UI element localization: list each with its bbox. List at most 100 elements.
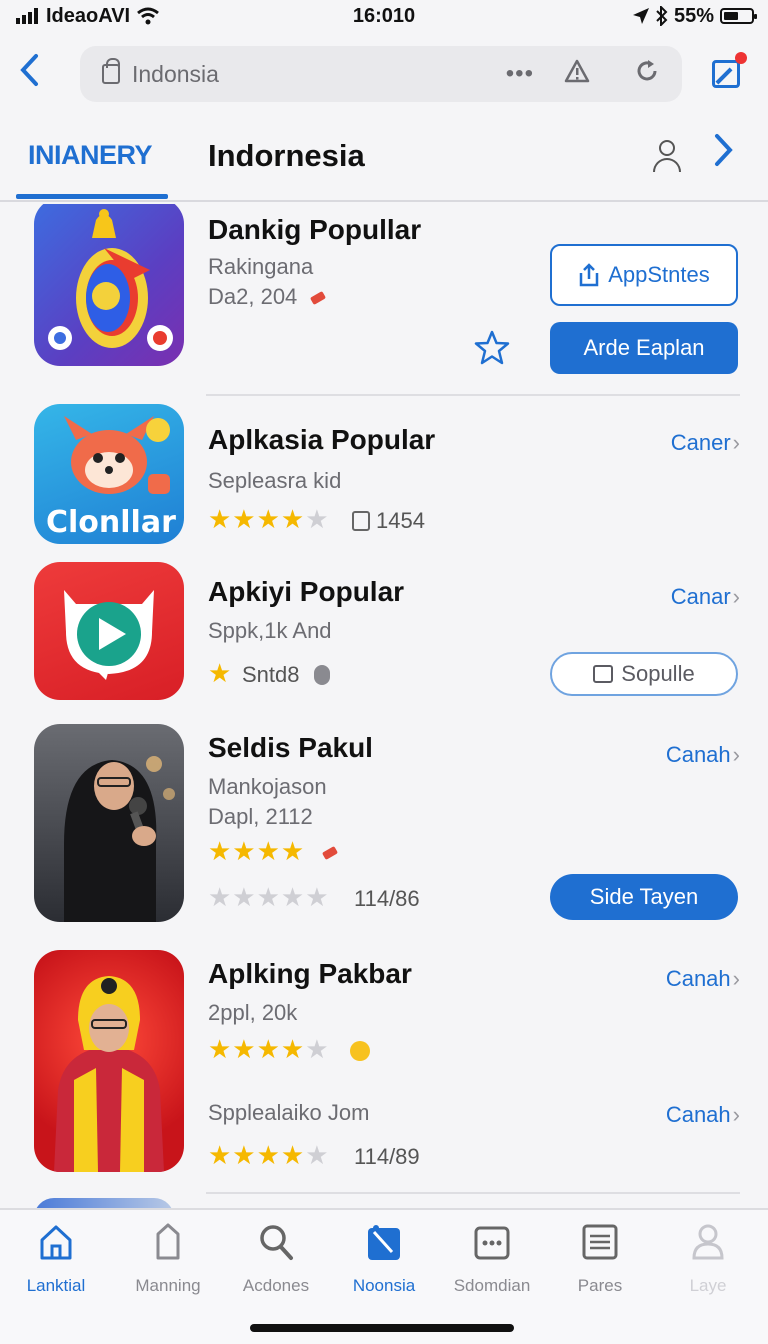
appstore-button[interactable]: AppStntes — [550, 244, 738, 306]
app-title: Dankig Popullar — [208, 214, 422, 245]
chevron-right-icon: › — [732, 584, 740, 609]
url-bar[interactable]: Indonsia ••• — [80, 46, 682, 102]
app-action-label: Caner — [670, 430, 731, 455]
list-item[interactable]: Seldis Pakul Mankojason Dapl, 2112 ★★★★ … — [0, 718, 768, 930]
app-date-text: Da2, 204 — [208, 284, 298, 309]
emoji-badge-icon — [349, 1041, 370, 1062]
tab-active[interactable]: INIANERY — [28, 140, 153, 171]
app-subtitle: Sppk,1k And — [208, 618, 332, 643]
preview-button[interactable]: Sopulle — [550, 652, 738, 696]
preview-button-label: Sopulle — [621, 661, 695, 686]
app-action-link[interactable]: Caner› — [671, 430, 740, 456]
shield-badge-icon — [313, 665, 330, 685]
app-icon — [34, 562, 184, 700]
app-icon — [34, 950, 184, 1172]
rating-stars: ★★★★ — [208, 836, 339, 867]
list-item[interactable]: Clonllar Aplkasia Popular Sepleasra kid … — [0, 400, 768, 550]
row-divider — [206, 394, 740, 396]
app-icon — [34, 724, 184, 922]
app-date: Da2, 204 — [208, 284, 327, 310]
tab-home[interactable]: Lanktial — [2, 1222, 110, 1302]
app-icon — [34, 204, 184, 366]
appstore-button-label: AppStntes — [608, 262, 710, 287]
list-item[interactable]: Apkiyi Popular Sppk,1k And ★ Sntd8 Canar… — [0, 558, 768, 706]
get-app-button[interactable]: Arde Eaplan — [550, 322, 738, 374]
rating-stars-secondary: ★★★★★ — [208, 1140, 330, 1170]
app-action-link[interactable]: Canah› — [666, 966, 740, 992]
tab-label: Manning — [135, 1276, 201, 1295]
tab-sdomdian[interactable]: Sdomdian — [438, 1222, 546, 1302]
app-action-link[interactable]: Canar› — [671, 584, 740, 610]
header-row: INIANERY Indornesia — [0, 118, 768, 202]
more-square-icon — [474, 1222, 510, 1262]
install-button[interactable]: Side Tayen — [550, 874, 738, 920]
nav-row: Indonsia ••• — [0, 40, 768, 106]
app-title: Aplkasia Popular — [208, 424, 436, 455]
app-subtitle: Sepleasra kid — [208, 468, 342, 493]
app-action-label: Canah — [665, 1102, 731, 1127]
notification-dot — [735, 52, 747, 64]
tab-manning[interactable]: Manning — [114, 1222, 222, 1302]
tab-noonsia[interactable]: Noonsia — [330, 1222, 438, 1302]
hoodie-person-icon — [54, 976, 164, 1172]
ellipsis-icon[interactable]: ••• — [506, 60, 534, 88]
app-action-link[interactable]: Canah› — [666, 742, 740, 768]
profile-icon[interactable] — [652, 140, 682, 174]
status-bar: IdeaoAVI 16:010 55% — [0, 0, 768, 32]
list-icon — [582, 1222, 618, 1262]
favorite-star-icon[interactable] — [472, 328, 512, 368]
chevron-right-icon: › — [732, 742, 740, 767]
forward-button[interactable] — [712, 132, 734, 178]
battery-percent: 55% — [673, 4, 714, 27]
back-button[interactable] — [18, 52, 54, 94]
row-divider — [206, 1192, 740, 1194]
firecracker-icon — [322, 846, 339, 861]
rating-count: 114/89 — [354, 1144, 420, 1169]
rocket-app-icon — [48, 209, 173, 351]
tab-label: Lanktial — [26, 1276, 86, 1295]
rating-count-text: 1454 — [376, 508, 425, 533]
tab-label: Sdomdian — [453, 1276, 531, 1295]
battery-icon — [720, 8, 757, 24]
rating-stars: ★★★★★ — [208, 504, 330, 534]
warning-icon[interactable] — [564, 59, 590, 90]
status-left: IdeaoAVI — [16, 5, 160, 28]
tab-label: Acdones — [242, 1276, 310, 1295]
tab-label: Laye — [689, 1276, 727, 1295]
tab-label: Pares — [577, 1276, 623, 1295]
signal-icon — [16, 8, 38, 24]
app-subtitle: 2ppl, 20k — [208, 1000, 298, 1025]
home-icon — [38, 1222, 74, 1262]
tab-laye[interactable]: Laye — [654, 1222, 762, 1302]
rating-stars: ★★★★★ — [208, 1034, 370, 1065]
app-action-label: Canah — [665, 742, 731, 767]
fox-mascot-icon: Clonllar — [46, 416, 176, 540]
location-arrow-icon — [632, 8, 649, 24]
app-action-link-secondary[interactable]: Canah› — [666, 1102, 740, 1128]
url-text: Indonsia — [132, 60, 219, 87]
list-item[interactable]: Dankig Popullar Rakingana Da2, 204 AppSt… — [0, 204, 768, 390]
app-date: Dapl, 2112 — [208, 804, 313, 829]
search-icon — [258, 1222, 294, 1262]
firecracker-icon — [310, 291, 327, 306]
tab-pares[interactable]: Pares — [546, 1222, 654, 1302]
list-item[interactable]: Aplking Pakbar 2ppl, 20k ★★★★★ Spplealai… — [0, 944, 768, 1184]
speaker-photo-icon — [64, 756, 175, 922]
reload-icon[interactable] — [634, 58, 660, 91]
lock-icon — [102, 58, 120, 84]
tile-art-text: Clonllar — [46, 505, 176, 540]
app-action-label: Canah — [665, 966, 731, 991]
chevron-right-icon — [715, 134, 733, 166]
person-icon — [690, 1222, 726, 1262]
app-action-label: Canar — [670, 584, 731, 609]
app-title: Aplking Pakbar — [208, 958, 412, 989]
app-subtitle: Rakingana — [208, 254, 314, 279]
chevron-right-icon: › — [732, 966, 740, 991]
home-indicator — [250, 1324, 514, 1332]
page-title: Indornesia — [208, 138, 365, 173]
compose-button[interactable] — [708, 52, 748, 92]
app-icon-partial — [34, 1198, 174, 1208]
tab-search[interactable]: Acdones — [222, 1222, 330, 1302]
app-list: Dankig Popullar Rakingana Da2, 204 AppSt… — [0, 204, 768, 1208]
play-square-icon — [593, 665, 614, 683]
